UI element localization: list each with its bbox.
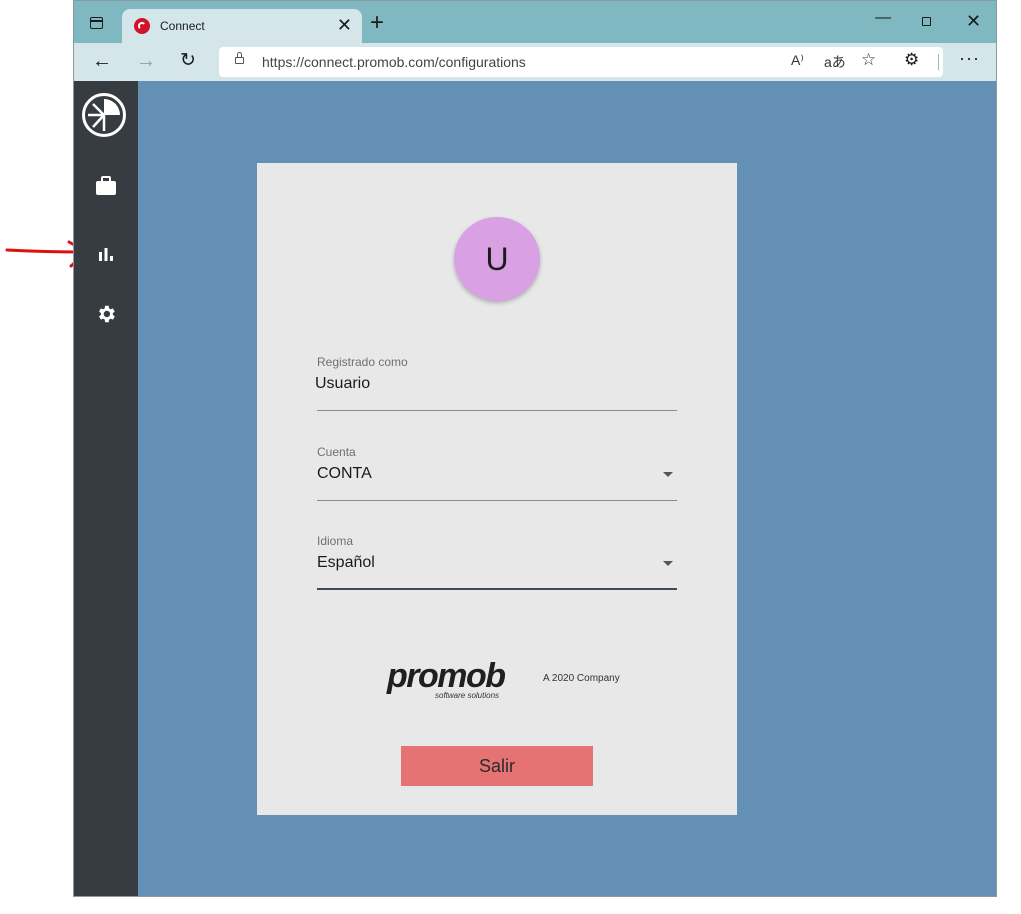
registered-as-field: Registrado como Usuario xyxy=(315,355,677,411)
window-close-button[interactable]: ✕ xyxy=(966,11,981,31)
maximize-button[interactable] xyxy=(922,17,931,26)
refresh-button[interactable]: ↻ xyxy=(180,49,196,73)
registered-as-value: Usuario xyxy=(315,375,371,392)
field-underline xyxy=(317,500,677,501)
promob-wordmark: promob xyxy=(387,657,506,695)
bar-chart-icon xyxy=(99,248,113,261)
company-tag: A 2020 Company xyxy=(543,673,620,684)
favorites-icon[interactable]: ☆ xyxy=(861,50,876,70)
minimize-button[interactable]: — xyxy=(875,9,891,27)
toolbar-divider xyxy=(938,54,939,70)
account-dropdown-arrow-icon[interactable] xyxy=(663,472,673,477)
briefcase-icon xyxy=(96,176,116,195)
url-text[interactable]: https://connect.promob.com/configuration… xyxy=(262,54,526,70)
avatar: U xyxy=(454,217,540,301)
language-label: Idioma xyxy=(317,534,354,548)
extensions-icon[interactable]: ⚙ xyxy=(904,50,919,70)
account-label: Cuenta xyxy=(317,445,356,459)
tab-title: Connect xyxy=(160,19,205,33)
configuration-card: U Registrado como Usuario Cuenta CONTA I… xyxy=(257,163,737,815)
browser-toolbar: ← → ↻ https://connect.promob.com/configu… xyxy=(74,43,996,81)
tab-actions-icon[interactable] xyxy=(90,17,103,29)
language-select[interactable]: Idioma Español xyxy=(317,534,677,590)
address-bar[interactable]: https://connect.promob.com/configuration… xyxy=(219,47,943,77)
tab-connect[interactable]: Connect ✕ xyxy=(122,9,362,43)
registered-as-label: Registrado como xyxy=(317,355,408,369)
app-logo-icon[interactable] xyxy=(82,93,126,137)
forward-button[interactable]: → xyxy=(136,49,156,73)
tab-close-icon[interactable]: ✕ xyxy=(337,15,352,35)
language-value[interactable]: Español xyxy=(317,554,375,572)
new-tab-button[interactable]: + xyxy=(370,9,384,37)
field-underline xyxy=(317,410,677,411)
read-aloud-icon[interactable]: A⁾ xyxy=(791,52,804,69)
field-underline xyxy=(317,588,677,590)
logout-button[interactable]: Salir xyxy=(401,746,593,786)
sidebar-item-charts[interactable] xyxy=(91,239,121,269)
promob-tagline: software solutions xyxy=(435,691,500,700)
language-dropdown-arrow-icon[interactable] xyxy=(663,561,673,566)
tab-bar: Connect ✕ + — ✕ xyxy=(74,1,996,43)
sidebar-item-settings[interactable] xyxy=(91,299,121,329)
connect-favicon-icon xyxy=(134,18,150,34)
gear-icon xyxy=(99,305,115,323)
browser-window: Connect ✕ + — ✕ ← → ↻ https://connect.pr… xyxy=(73,0,997,897)
more-options-icon[interactable]: ··· xyxy=(959,48,980,69)
back-button[interactable]: ← xyxy=(92,49,112,73)
app-sidebar xyxy=(74,81,138,896)
account-select[interactable]: Cuenta CONTA xyxy=(317,445,677,501)
translate-icon[interactable]: aあ xyxy=(824,52,846,72)
sidebar-item-briefcase[interactable] xyxy=(91,171,121,201)
lock-icon[interactable] xyxy=(235,52,244,64)
promob-logo: promob software solutions A 2020 Company xyxy=(387,659,637,703)
account-value[interactable]: CONTA xyxy=(317,465,372,483)
